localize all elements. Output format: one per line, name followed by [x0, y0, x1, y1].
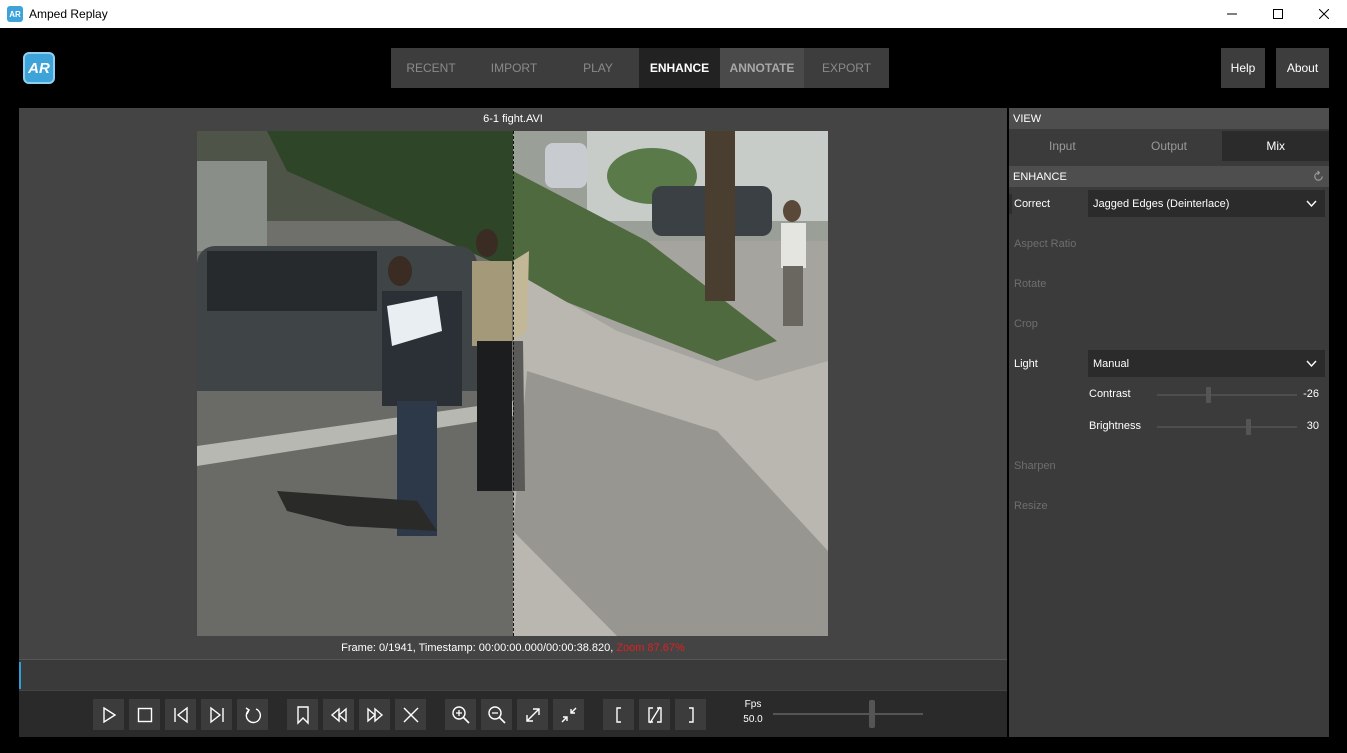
frame-info: Frame: 0/1941, Timestamp: 00:00:00.000/0…	[19, 642, 1007, 654]
close-icon	[1319, 9, 1329, 19]
help-button[interactable]: Help	[1221, 48, 1265, 88]
next-frame-button[interactable]	[201, 699, 232, 730]
tab-enhance[interactable]: ENHANCE	[639, 48, 720, 88]
mix-split-line[interactable]	[513, 131, 514, 636]
fps-value: 50.0	[743, 714, 763, 725]
minimize-icon	[1227, 13, 1237, 15]
rotate-label[interactable]: Rotate	[1014, 278, 1046, 290]
rewind-icon	[330, 706, 347, 723]
brightness-label: Brightness	[1089, 420, 1141, 432]
loop-button[interactable]	[237, 699, 268, 730]
previous-frame-button[interactable]	[165, 699, 196, 730]
light-value: Manual	[1093, 357, 1130, 370]
zoom-in-button[interactable]	[445, 699, 476, 730]
fit-to-window-button[interactable]	[517, 699, 548, 730]
stop-icon	[137, 707, 152, 722]
timeline[interactable]	[19, 659, 1007, 690]
chevron-down-icon	[1306, 200, 1317, 208]
bracket-right-icon	[688, 706, 694, 723]
fast-forward-icon	[366, 706, 383, 723]
frame-timestamp: Frame: 0/1941, Timestamp: 00:00:00.000/0…	[341, 642, 614, 654]
enhance-section-header: ENHANCE	[1009, 166, 1329, 187]
tab-output[interactable]: Output	[1115, 131, 1223, 161]
sharpen-label[interactable]: Sharpen	[1014, 460, 1056, 472]
timeline-cursor[interactable]	[19, 662, 21, 689]
app-logo: AR	[23, 52, 55, 84]
brightness-value: 30	[1306, 420, 1319, 432]
logo-text: AR	[28, 59, 50, 77]
brightness-slider-track[interactable]	[1157, 426, 1297, 428]
zoom-out-icon	[487, 705, 506, 724]
zoom-out-button[interactable]	[481, 699, 512, 730]
playback-toolbar: Fps 50.0	[19, 691, 1007, 737]
bookmark-icon	[296, 705, 309, 725]
fast-forward-button[interactable]	[359, 699, 390, 730]
tab-play[interactable]: PLAY	[557, 48, 639, 88]
crop-label[interactable]: Crop	[1014, 318, 1038, 330]
bookmark-button[interactable]	[287, 699, 318, 730]
contrast-value: -26	[1303, 388, 1319, 400]
settings-panel: VIEW Input Output Mix ENHANCE Correct Ja…	[1009, 108, 1330, 737]
file-name: 6-1 fight.AVI	[483, 113, 543, 125]
tab-input[interactable]: Input	[1009, 131, 1116, 161]
video-frame[interactable]	[197, 131, 828, 636]
collapse-icon	[561, 707, 576, 722]
about-button[interactable]: About	[1276, 48, 1329, 88]
clear-button[interactable]	[395, 699, 426, 730]
aspect-ratio-label[interactable]: Aspect Ratio	[1014, 238, 1076, 250]
fps-slider-thumb[interactable]	[869, 700, 875, 728]
play-button[interactable]	[93, 699, 124, 730]
fps-label: Fps	[744, 699, 762, 710]
reset-icon[interactable]	[1312, 170, 1325, 183]
zoom-in-icon	[451, 705, 470, 724]
main-nav: RECENT IMPORT PLAY ENHANCE ANNOTATE EXPO…	[391, 48, 889, 88]
correct-value: Jagged Edges (Deinterlace)	[1093, 197, 1230, 210]
view-section-header: VIEW	[1009, 108, 1329, 129]
window-title: Amped Replay	[29, 7, 108, 21]
video-viewer: 6-1 fight.AVI Frame: 0/1941, Timestamp: …	[19, 108, 1007, 737]
step-forward-icon	[209, 706, 224, 723]
enhance-header-label: ENHANCE	[1013, 170, 1067, 183]
contrast-slider-thumb[interactable]	[1206, 387, 1211, 403]
clear-marks-button[interactable]	[639, 699, 670, 730]
bracket-left-icon	[615, 706, 621, 723]
actual-size-button[interactable]	[553, 699, 584, 730]
chevron-down-icon	[1306, 360, 1317, 368]
zoom-level: Zoom 87.67%	[616, 642, 685, 654]
contrast-slider-track[interactable]	[1157, 394, 1297, 396]
rewind-button[interactable]	[323, 699, 354, 730]
play-icon	[102, 706, 116, 723]
loop-icon	[245, 706, 261, 723]
correct-row-marker	[1009, 194, 1012, 214]
brightness-slider-thumb[interactable]	[1246, 419, 1251, 435]
app-icon: AR	[7, 6, 23, 22]
mark-out-button[interactable]	[675, 699, 706, 730]
expand-icon	[525, 707, 540, 722]
close-button[interactable]	[1301, 0, 1347, 28]
tab-import[interactable]: IMPORT	[471, 48, 557, 88]
tab-annotate[interactable]: ANNOTATE	[720, 48, 804, 88]
minimize-button[interactable]	[1209, 0, 1255, 28]
correct-dropdown[interactable]: Jagged Edges (Deinterlace)	[1088, 190, 1325, 217]
fps-slider-track[interactable]	[773, 713, 923, 715]
window-title-bar: AR Amped Replay	[0, 0, 1347, 28]
tab-recent[interactable]: RECENT	[391, 48, 471, 88]
x-icon	[403, 707, 418, 722]
contrast-label: Contrast	[1089, 388, 1131, 400]
resize-label[interactable]: Resize	[1014, 500, 1048, 512]
tab-export[interactable]: EXPORT	[804, 48, 889, 88]
view-tabs: Input Output Mix	[1009, 131, 1330, 161]
clear-marks-icon	[647, 706, 662, 723]
maximize-icon	[1273, 9, 1283, 19]
correct-label: Correct	[1014, 198, 1051, 210]
mark-in-button[interactable]	[603, 699, 634, 730]
maximize-button[interactable]	[1255, 0, 1301, 28]
stop-button[interactable]	[129, 699, 160, 730]
light-dropdown[interactable]: Manual	[1088, 350, 1325, 377]
light-label: Light	[1014, 358, 1038, 370]
step-back-icon	[173, 706, 188, 723]
view-header-label: VIEW	[1013, 112, 1042, 125]
tab-mix[interactable]: Mix	[1222, 131, 1330, 161]
